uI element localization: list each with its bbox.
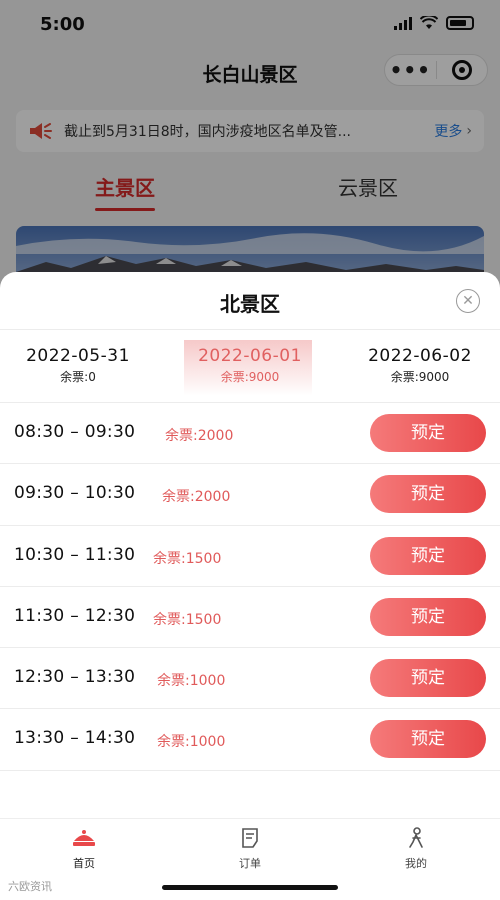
tabbar-item-home[interactable]: 首页 bbox=[44, 827, 124, 871]
time-slot-row: 09:30 – 10:30 余票:2000 预定 bbox=[0, 464, 500, 526]
time-slot-row: 13:30 – 14:30 余票:1000 预定 bbox=[0, 709, 500, 771]
time-slot-list: 08:30 – 09:30 余票:2000 预定 09:30 – 10:30 余… bbox=[0, 403, 500, 771]
tabbar-item-orders[interactable]: 订单 bbox=[210, 827, 290, 871]
date-label: 2022-06-01 bbox=[198, 346, 302, 366]
sheet-title: 北景区 bbox=[220, 292, 280, 316]
date-remaining: 余票:9000 bbox=[390, 370, 450, 384]
book-button[interactable]: 预定 bbox=[370, 414, 486, 452]
time-slot-row: 11:30 – 12:30 余票:1500 预定 bbox=[0, 587, 500, 649]
slot-time: 09:30 – 10:30 bbox=[14, 483, 136, 504]
date-label: 2022-06-02 bbox=[368, 346, 472, 366]
slot-remaining: 余票:1500 bbox=[153, 550, 222, 567]
time-slot-row: 10:30 – 11:30 余票:1500 预定 bbox=[0, 526, 500, 587]
book-button[interactable]: 预定 bbox=[370, 659, 486, 698]
time-slot-row: 12:30 – 13:30 余票:1000 预定 bbox=[0, 648, 500, 710]
tabbar-label: 我的 bbox=[405, 857, 427, 870]
person-icon bbox=[409, 827, 423, 848]
order-icon bbox=[242, 828, 258, 848]
slot-remaining: 余票:2000 bbox=[165, 428, 234, 444]
tabbar-label: 订单 bbox=[239, 857, 261, 870]
book-button[interactable]: 预定 bbox=[370, 720, 486, 759]
slot-time: 11:30 – 12:30 bbox=[14, 605, 136, 626]
slot-time: 10:30 – 11:30 bbox=[14, 544, 136, 565]
tabbar-item-mine[interactable]: 我的 bbox=[376, 827, 456, 871]
date-option[interactable]: 2022-05-31 余票:0 bbox=[8, 330, 148, 402]
time-slot-row: 08:30 – 09:30 余票:2000 预定 bbox=[0, 403, 500, 465]
slot-time: 08:30 – 09:30 bbox=[14, 422, 136, 442]
book-button[interactable]: 预定 bbox=[370, 597, 486, 636]
date-remaining: 余票:0 bbox=[60, 370, 96, 384]
slot-remaining: 余票:1500 bbox=[153, 611, 222, 628]
slot-remaining: 余票:1000 bbox=[157, 673, 226, 690]
date-remaining: 余票:9000 bbox=[220, 370, 280, 384]
date-option-selected[interactable]: 2022-06-01 余票:9000 bbox=[180, 330, 320, 402]
book-button[interactable]: 预定 bbox=[370, 536, 486, 575]
date-label: 2022-05-31 bbox=[26, 346, 130, 366]
close-icon[interactable]: ✕ bbox=[456, 289, 480, 313]
slot-remaining: 余票:2000 bbox=[162, 489, 231, 506]
tabbar-label: 首页 bbox=[73, 857, 95, 870]
booking-sheet: 北景区 ✕ 2022-05-31 余票:0 2022-06-01 余票:9000… bbox=[0, 272, 500, 818]
date-option[interactable]: 2022-06-02 余票:9000 bbox=[350, 330, 490, 402]
watermark: 六欧资讯 bbox=[8, 880, 52, 893]
date-selector: 2022-05-31 余票:0 2022-06-01 余票:9000 2022-… bbox=[0, 330, 500, 402]
home-indicator bbox=[162, 885, 338, 890]
book-button[interactable]: 预定 bbox=[370, 475, 486, 514]
slot-time: 13:30 – 14:30 bbox=[14, 728, 136, 749]
slot-time: 12:30 – 13:30 bbox=[14, 667, 136, 688]
home-icon bbox=[73, 830, 95, 846]
slot-remaining: 余票:1000 bbox=[157, 734, 226, 751]
